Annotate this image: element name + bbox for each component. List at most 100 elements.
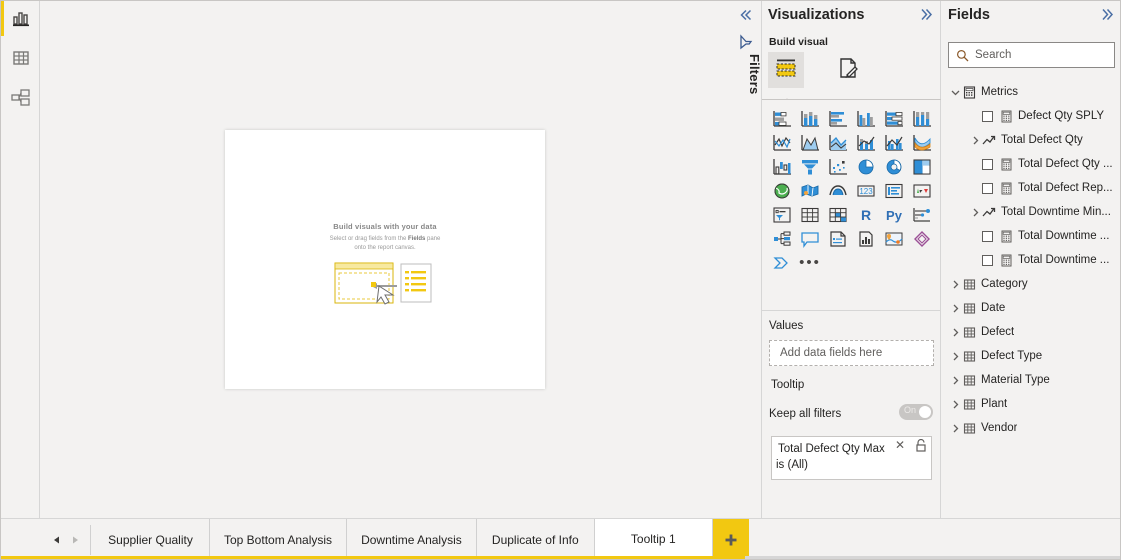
field-row[interactable]: Plant — [942, 392, 1121, 416]
field-row[interactable]: Defect — [942, 320, 1121, 344]
scatter-chart-icon[interactable] — [824, 155, 852, 179]
page-tab[interactable]: Top Bottom Analysis — [210, 519, 348, 560]
funnel-chart-icon[interactable] — [796, 155, 824, 179]
format-visual-tab[interactable] — [830, 52, 866, 88]
stacked-bar-chart-icon[interactable] — [768, 107, 796, 131]
decomposition-tree-icon[interactable] — [768, 227, 796, 251]
pie-chart-icon[interactable] — [852, 155, 880, 179]
keep-all-filters-toggle[interactable]: On — [899, 404, 933, 420]
field-row[interactable]: Total Downtime Min... — [942, 200, 1121, 224]
field-row[interactable]: Vendor — [942, 416, 1121, 440]
donut-chart-icon[interactable] — [880, 155, 908, 179]
field-row[interactable]: Date — [942, 296, 1121, 320]
chevron-right-icon[interactable] — [948, 373, 962, 387]
page-tab[interactable]: Supplier Quality — [92, 519, 210, 560]
filters-pane-collapsed[interactable]: Filters — [729, 0, 762, 518]
waterfall-chart-icon[interactable] — [768, 155, 796, 179]
tooltip-filter-card[interactable]: Total Defect Qty Max ✕ is (All) — [771, 436, 932, 480]
search-input[interactable]: Search — [948, 42, 1115, 68]
more-options-icon[interactable]: ••• — [796, 251, 824, 275]
field-row[interactable]: Material Type — [942, 368, 1121, 392]
stacked-column-chart-icon[interactable] — [796, 107, 824, 131]
fields-expand-icon[interactable] — [1099, 7, 1115, 23]
azure-map-icon[interactable] — [824, 179, 852, 203]
sidebar-item-report-view[interactable] — [8, 5, 34, 31]
toggle-state-text: On — [904, 405, 917, 415]
kpi-icon[interactable] — [908, 179, 936, 203]
clustered-bar-chart-icon[interactable] — [824, 107, 852, 131]
matrix-icon[interactable] — [824, 203, 852, 227]
power-automate-visual-icon[interactable] — [768, 251, 796, 275]
table-visual-icon[interactable] — [796, 203, 824, 227]
field-checkbox[interactable] — [982, 230, 993, 242]
calculator-icon — [999, 229, 1013, 243]
field-row[interactable]: Total Defect Qty — [942, 128, 1121, 152]
100-percent-stacked-bar-chart-icon[interactable] — [880, 107, 908, 131]
field-checkbox[interactable] — [982, 158, 993, 170]
calculator-icon — [999, 157, 1013, 171]
power-apps-visual-icon[interactable] — [908, 227, 936, 251]
toggle-knob — [919, 406, 931, 418]
qna-visual-icon[interactable] — [796, 227, 824, 251]
field-row[interactable]: Metrics — [942, 80, 1121, 104]
field-row[interactable]: Defect Qty SPLY — [942, 104, 1121, 128]
field-row[interactable]: Total Defect Rep... — [942, 176, 1121, 200]
page-tab-active[interactable]: Tooltip 1 — [594, 519, 713, 560]
sidebar-item-data-view[interactable] — [8, 45, 34, 71]
chevron-right-icon[interactable] — [948, 301, 962, 315]
line-and-stacked-column-chart-icon[interactable] — [852, 131, 880, 155]
svg-text:123: 123 — [859, 187, 873, 196]
treemap-icon[interactable] — [908, 155, 936, 179]
build-visual-tab[interactable] — [768, 52, 804, 88]
chevron-right-icon[interactable] — [948, 325, 962, 339]
report-page-surface[interactable]: Build visuals with your data Select or d… — [225, 130, 545, 389]
card-icon[interactable]: 123 — [852, 179, 880, 203]
python-visual-icon[interactable]: Py — [880, 203, 908, 227]
chevron-right-icon[interactable] — [948, 397, 962, 411]
triangle-right-icon[interactable] — [66, 530, 84, 550]
line-and-clustered-column-chart-icon[interactable] — [880, 131, 908, 155]
chevron-right-icon[interactable] — [948, 349, 962, 363]
field-row[interactable]: Category — [942, 272, 1121, 296]
close-x-icon[interactable]: ✕ — [895, 438, 905, 452]
double-chevron-left-icon[interactable] — [737, 6, 755, 24]
page-tab[interactable]: Downtime Analysis — [347, 519, 477, 560]
chevron-right-icon[interactable] — [968, 133, 982, 147]
stacked-area-chart-icon[interactable] — [824, 131, 852, 155]
field-checkbox[interactable] — [982, 110, 993, 122]
ribbon-chart-icon[interactable] — [908, 131, 936, 155]
key-influencers-icon[interactable] — [908, 203, 936, 227]
100-percent-stacked-column-chart-icon[interactable] — [908, 107, 936, 131]
chevron-right-icon[interactable] — [948, 277, 962, 291]
page-tab[interactable]: Duplicate of Info — [477, 519, 595, 560]
slicer-icon[interactable] — [768, 203, 796, 227]
sidebar-item-model-view[interactable] — [8, 85, 34, 111]
chevron-right-icon[interactable] — [948, 421, 962, 435]
smart-narrative-icon[interactable] — [824, 227, 852, 251]
visualizations-expand-icon[interactable] — [918, 7, 934, 23]
map-icon[interactable] — [768, 179, 796, 203]
lock-icon[interactable] — [915, 438, 927, 452]
field-row[interactable]: Defect Type — [942, 344, 1121, 368]
chevron-down-icon[interactable] — [948, 85, 962, 99]
values-drop-well[interactable]: Add data fields here — [769, 340, 934, 366]
field-row[interactable]: Total Downtime ... — [942, 224, 1121, 248]
report-canvas-area[interactable]: Build visuals with your data Select or d… — [41, 0, 728, 518]
paginated-report-icon[interactable] — [880, 227, 908, 251]
field-row[interactable]: Total Defect Qty ... — [942, 152, 1121, 176]
r-script-visual-icon[interactable]: R — [852, 203, 880, 227]
field-checkbox[interactable] — [982, 182, 993, 194]
filter-funnel-icon[interactable] — [737, 34, 755, 50]
field-checkbox[interactable] — [982, 254, 993, 266]
clustered-column-chart-icon[interactable] — [852, 107, 880, 131]
metrics-visual-icon[interactable] — [852, 227, 880, 251]
triangle-left-icon[interactable] — [48, 530, 66, 550]
field-row[interactable]: Total Downtime ... — [942, 248, 1121, 272]
filled-map-icon[interactable] — [796, 179, 824, 203]
add-page-button[interactable] — [712, 519, 749, 560]
multi-row-card-icon[interactable] — [880, 179, 908, 203]
line-chart-icon[interactable] — [768, 131, 796, 155]
filters-pane-label[interactable]: Filters — [729, 54, 762, 94]
chevron-right-icon[interactable] — [968, 205, 982, 219]
area-chart-icon[interactable] — [796, 131, 824, 155]
